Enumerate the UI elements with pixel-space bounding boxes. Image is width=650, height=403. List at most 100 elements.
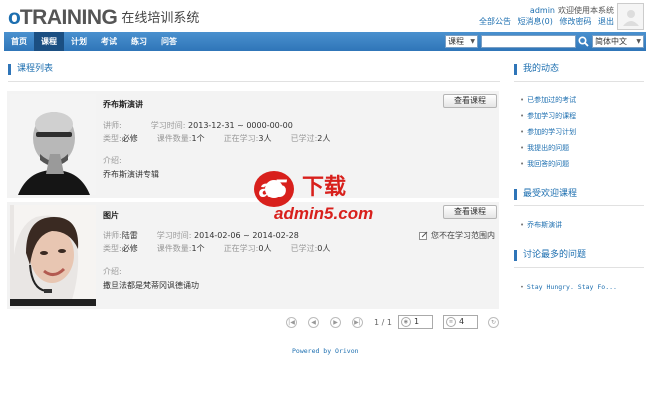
most-discussed-list: • Stay Hungry. Stay Fo... xyxy=(520,279,617,295)
count-label: 课件数量: xyxy=(156,244,192,253)
learning-value: 3人 xyxy=(258,134,272,143)
list-item[interactable]: • 我提出的问题 xyxy=(520,140,576,156)
search-type-select[interactable]: 课程 ▼ xyxy=(445,35,478,48)
activity-asked-link[interactable]: 我提出的问题 xyxy=(527,144,569,152)
course-thumbnail-picture[interactable] xyxy=(10,205,96,306)
nav-practice[interactable]: 练习 xyxy=(124,32,154,51)
last-page-icon: ▶| xyxy=(354,318,361,326)
count-value: 1个 xyxy=(191,134,205,143)
view-course-button[interactable]: 查看课程 xyxy=(443,94,497,108)
course-intro: 撒旦法都是梵蒂冈讽德诵功 xyxy=(103,281,199,290)
my-activity-title: 我的动态 xyxy=(514,64,559,75)
avatar[interactable] xyxy=(617,3,644,30)
page-number-input[interactable]: ◉ 1 xyxy=(397,315,433,329)
next-page-button[interactable]: ▶ xyxy=(330,316,341,328)
nav-courses[interactable]: 课程 xyxy=(34,32,64,51)
teacher-value: 陆雷 xyxy=(121,231,138,240)
pagination: |◀ ◀ ▶ ▶| 1 / 1 ◉ 1 ≡ 4 ↻ xyxy=(286,315,510,329)
popular-courses-list: • 乔布斯演讲 xyxy=(520,217,562,233)
count-label: 课件数量: xyxy=(156,134,192,143)
first-page-icon: |◀ xyxy=(288,318,295,326)
learning-label: 正在学习: xyxy=(223,134,259,143)
nav-plans[interactable]: 计划 xyxy=(64,32,94,51)
last-page-button[interactable]: ▶| xyxy=(352,316,363,328)
user-avatar-icon xyxy=(622,9,639,26)
logo-training: TRAINING xyxy=(19,6,118,29)
nav-qa[interactable]: 问答 xyxy=(154,32,184,51)
view-course-button[interactable]: 查看课程 xyxy=(443,205,497,219)
logo-subtitle: 在线培训系统 xyxy=(121,11,200,26)
activity-answered-link[interactable]: 我回答的问题 xyxy=(527,160,569,168)
welcome-text: 欢迎使用本系统 xyxy=(558,6,614,15)
logout-link[interactable]: 退出 xyxy=(598,17,614,26)
nav-home[interactable]: 首页 xyxy=(4,32,34,51)
learned-value: 2人 xyxy=(317,134,331,143)
course-intro: 乔布斯演讲专辑 xyxy=(103,170,159,179)
prev-page-button[interactable]: ◀ xyxy=(308,316,319,328)
search-button[interactable] xyxy=(577,35,590,48)
divider xyxy=(514,205,644,206)
search-icon xyxy=(578,36,589,47)
learned-label: 已学过: xyxy=(290,244,318,253)
divider xyxy=(8,81,500,82)
popular-course-link[interactable]: 乔布斯演讲 xyxy=(527,221,562,229)
powered-by[interactable]: Powered by Orivon xyxy=(292,347,359,355)
watermark-main: 下载 xyxy=(302,174,346,200)
header-links: 全部公告 短消息(0) 修改密码 退出 xyxy=(475,16,614,27)
course-title[interactable]: 乔布斯演讲 xyxy=(103,99,143,110)
course-meta-row: 讲师: 学习时间: 2013-12-31 ~ 0000-00-00 xyxy=(103,120,293,131)
main-nav: 首页 课程 计划 考试 练习 问答 课程 ▼ 简体中文 ▼ xyxy=(4,32,646,51)
edit-icon xyxy=(419,231,428,240)
learning-value: 0人 xyxy=(258,244,272,253)
course-stats-row: 类型:必修 课件数量:1个 正在学习:0人 已学过:0人 xyxy=(103,243,330,254)
refresh-icon: ↻ xyxy=(490,318,496,326)
list-item[interactable]: • 乔布斯演讲 xyxy=(520,217,562,233)
list-item[interactable]: • 已参加过的考试 xyxy=(520,92,576,108)
intro-label: 介绍: xyxy=(103,156,122,165)
activity-exams-link[interactable]: 已参加过的考试 xyxy=(527,96,576,104)
next-page-icon: ▶ xyxy=(333,318,338,326)
time-label: 学习时间: xyxy=(150,121,186,130)
search-input[interactable] xyxy=(481,35,576,48)
course-thumbnail-jobs[interactable] xyxy=(10,94,96,195)
refresh-button[interactable]: ↻ xyxy=(487,316,499,328)
nav-exams[interactable]: 考试 xyxy=(94,32,124,51)
learning-label: 正在学习: xyxy=(223,244,259,253)
type-label: 类型: xyxy=(103,134,122,143)
note-text: 您不在学习范围内 xyxy=(431,231,495,240)
count-value: 1个 xyxy=(191,244,205,253)
all-announcements-link[interactable]: 全部公告 xyxy=(479,17,511,26)
page-info: 1 / 1 xyxy=(374,317,392,327)
discussed-question-link[interactable]: Stay Hungry. Stay Fo... xyxy=(527,283,617,291)
language-select[interactable]: 简体中文 ▼ xyxy=(592,35,644,48)
first-page-button[interactable]: |◀ xyxy=(286,316,297,328)
most-discussed-title: 讨论最多的问题 xyxy=(514,250,586,261)
prev-page-icon: ◀ xyxy=(311,318,316,326)
type-value: 必修 xyxy=(121,134,138,143)
list-item[interactable]: • Stay Hungry. Stay Fo... xyxy=(520,279,617,295)
intro-label: 介绍: xyxy=(103,267,122,276)
list-item[interactable]: • 参加学习的课程 xyxy=(520,108,576,124)
a5-watermark-logo: a5 下载 admin5.com xyxy=(254,171,373,223)
course-list-title: 课程列表 xyxy=(8,64,53,75)
watermark-sub: admin5.com xyxy=(274,204,373,223)
search-area: 课程 ▼ 简体中文 ▼ xyxy=(445,35,644,48)
messages-link[interactable]: 短消息(0) xyxy=(518,17,553,26)
course-title[interactable]: 图片 xyxy=(103,210,119,221)
type-value: 必修 xyxy=(121,244,138,253)
list-item[interactable]: • 参加的学习计划 xyxy=(520,124,576,140)
username-link[interactable]: admin xyxy=(530,6,555,15)
list-item[interactable]: • 我回答的问题 xyxy=(520,156,576,172)
activity-plans-link[interactable]: 参加的学习计划 xyxy=(527,128,576,136)
user-area: admin 欢迎使用本系统 全部公告 短消息(0) 修改密码 退出 xyxy=(475,5,614,27)
course-meta-row: 讲师:陆雷 学习时间: 2014-02-06 ~ 2014-02-28 xyxy=(103,230,299,241)
activity-courses-link[interactable]: 参加学习的课程 xyxy=(527,112,576,120)
divider xyxy=(514,81,644,82)
chevron-down-icon: ▼ xyxy=(636,38,641,45)
course-stats-row: 类型:必修 课件数量:1个 正在学习:3人 已学过:2人 xyxy=(103,133,330,144)
change-password-link[interactable]: 修改密码 xyxy=(559,17,591,26)
teacher-label: 讲师: xyxy=(103,231,122,240)
my-activity-list: • 已参加过的考试 • 参加学习的课程 • 参加的学习计划 • 我提出的问题 • 我回答的… xyxy=(520,92,576,172)
language-value: 简体中文 xyxy=(595,37,627,46)
page-size-input[interactable]: ≡ 4 xyxy=(442,315,478,329)
